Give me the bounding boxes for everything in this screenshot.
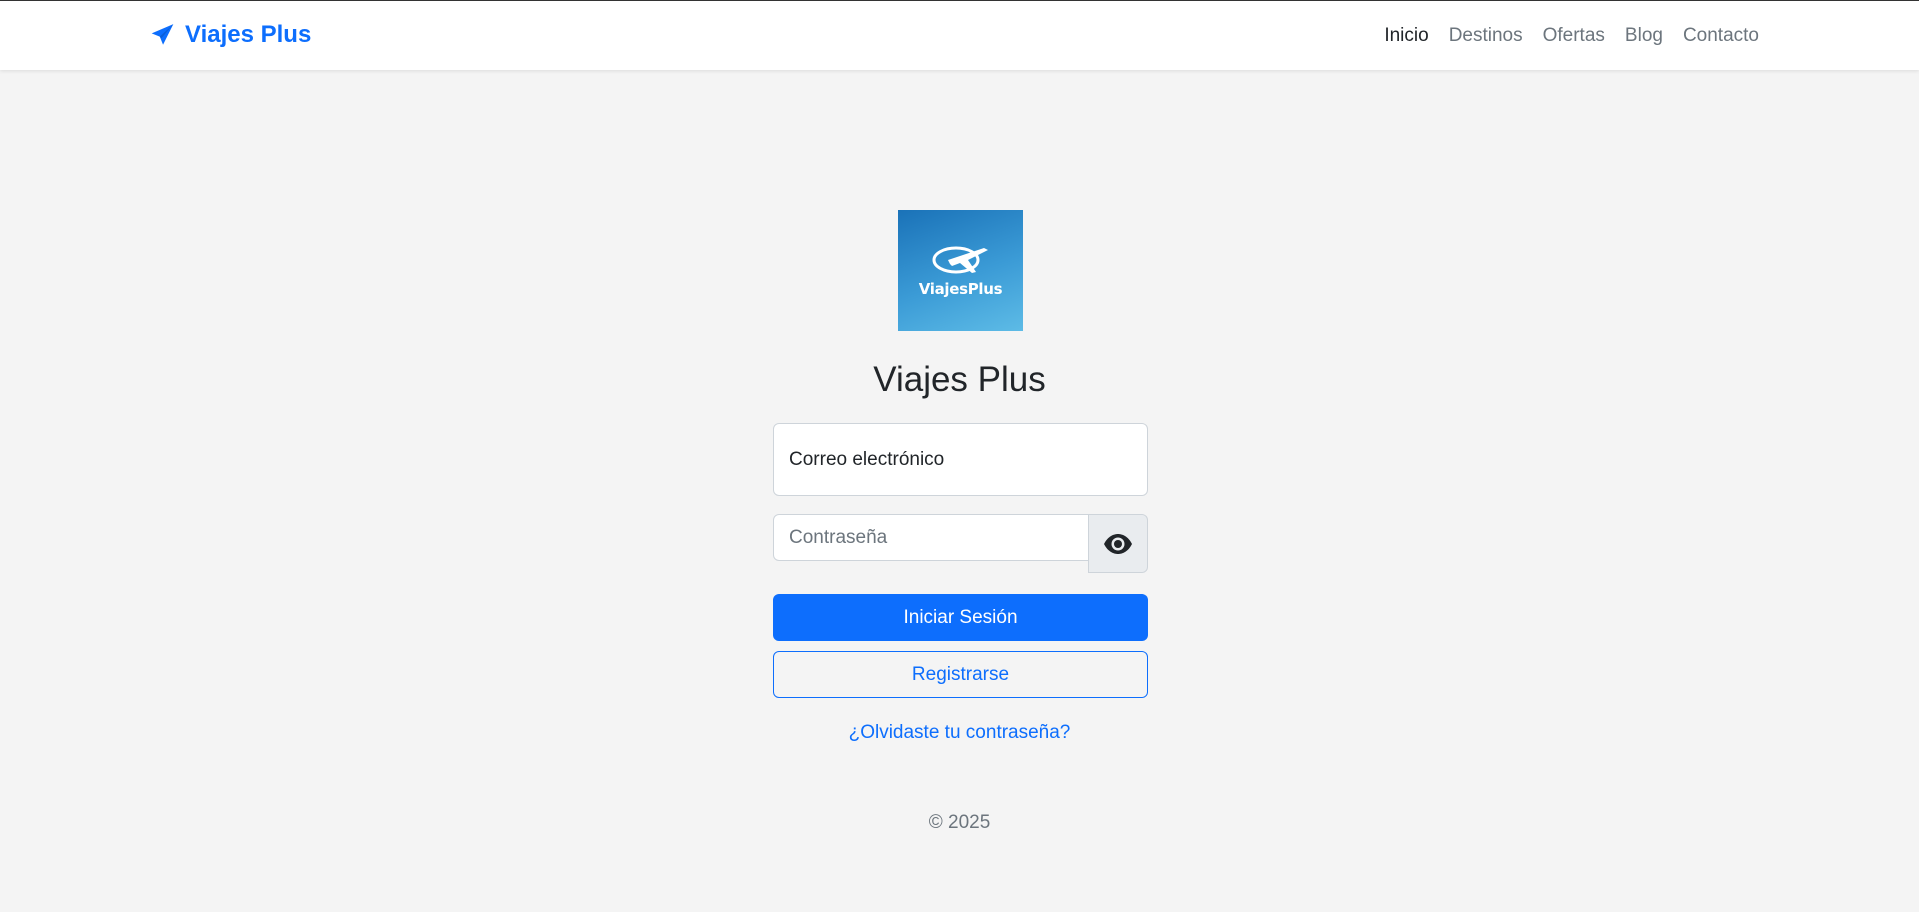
airplane-icon xyxy=(932,246,988,273)
email-value: Correo electrónico xyxy=(789,448,945,470)
toggle-password-button[interactable] xyxy=(1088,514,1148,573)
nav-link-destinos[interactable]: Destinos xyxy=(1449,25,1523,47)
nav-links: Inicio Destinos Ofertas Blog Contacto xyxy=(1384,25,1759,47)
nav-link-blog[interactable]: Blog xyxy=(1625,25,1663,47)
login-button[interactable]: Iniciar Sesión xyxy=(773,594,1148,641)
page-title: Viajes Plus xyxy=(873,360,1046,399)
email-field[interactable]: Correo electrónico xyxy=(773,423,1148,496)
nav-link-ofertas[interactable]: Ofertas xyxy=(1543,25,1605,47)
navbar: Viajes Plus Inicio Destinos Ofertas Blog… xyxy=(0,0,1919,70)
logo-image: ViajesPlus xyxy=(898,210,1023,331)
password-input[interactable] xyxy=(773,514,1089,561)
nav-link-inicio[interactable]: Inicio xyxy=(1384,25,1428,47)
footer-copyright: © 2025 xyxy=(928,812,991,833)
paper-plane-icon xyxy=(151,24,174,45)
eye-icon xyxy=(1104,533,1132,554)
password-group xyxy=(773,514,1148,573)
forgot-password-link[interactable]: ¿Olvidaste tu contraseña? xyxy=(849,722,1071,743)
nav-link-contacto[interactable]: Contacto xyxy=(1683,25,1759,47)
brand-name: Viajes Plus xyxy=(185,21,312,48)
register-button[interactable]: Registrarse xyxy=(773,651,1148,698)
logo-text: ViajesPlus xyxy=(918,279,1003,298)
brand-link[interactable]: Viajes Plus xyxy=(149,21,311,49)
forgot-password-container: ¿Olvidaste tu contraseña? xyxy=(0,722,1919,744)
